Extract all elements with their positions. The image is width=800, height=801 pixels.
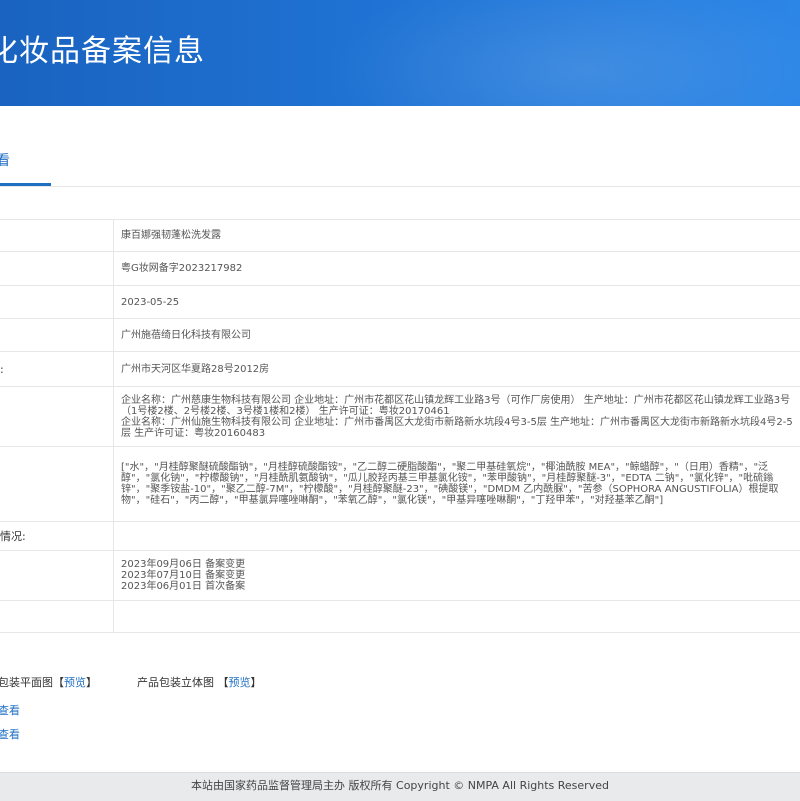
- label-history: [0, 551, 114, 601]
- row-empty: [0, 601, 800, 633]
- row-record-number: 粤G妆网备字2023217982: [0, 252, 800, 286]
- page-title: 化妆品备案信息: [0, 26, 205, 70]
- value-empty: [114, 601, 800, 633]
- row-status: 情况:: [0, 522, 800, 551]
- value-address: 广州市天河区华夏路28号2012房: [114, 352, 800, 387]
- history-entry: 2023年09月06日 备案变更: [121, 559, 794, 570]
- bracket-open: 【: [218, 676, 229, 689]
- label-record-number: [0, 252, 114, 286]
- label-ingredients: [0, 447, 114, 522]
- banner-decoration: [320, 0, 800, 106]
- packaging-solid-label: 产品包装立体图: [137, 676, 214, 689]
- value-ingredients: ["水"，"月桂醇聚醚硫酸酯钠"，"月桂醇硫酸酯铵"，"乙二醇二硬脂酸酯"，"聚…: [114, 447, 800, 522]
- label-registrant: [0, 319, 114, 352]
- label-record-date: [0, 286, 114, 319]
- label-address: :: [0, 352, 114, 387]
- value-history: 2023年09月06日 备案变更 2023年07月10日 备案变更 2023年0…: [114, 551, 800, 601]
- packaging-flat-label: 包装平面图: [0, 676, 53, 689]
- label-status: 情况:: [0, 522, 114, 551]
- record-info-table: 康百娜强韧蓬松洗发露 粤G妆网备字2023217982 2023-05-25 广…: [0, 219, 800, 633]
- label-empty: [0, 601, 114, 633]
- row-history: 2023年09月06日 备案变更 2023年07月10日 备案变更 2023年0…: [0, 551, 800, 601]
- packaging-flat-preview-link[interactable]: 预览: [64, 676, 86, 689]
- packaging-solid: 产品包装立体图 【预览】: [137, 674, 262, 690]
- row-record-date: 2023-05-25: [0, 286, 800, 319]
- history-entry: 2023年06月01日 首次备案: [121, 581, 794, 592]
- value-manufacturers: 企业名称：广州慈康生物科技有限公司 企业地址：广州市花都区花山镇龙辉工业路3号（…: [114, 387, 800, 447]
- packaging-solid-preview-link[interactable]: 预览: [229, 676, 251, 689]
- main-panel: 看 康百娜强韧蓬松洗发露 粤G妆网备字2023217982 2023-05-25…: [0, 106, 800, 772]
- page-footer: 本站由国家药品监督管理局主办 版权所有 Copyright © NMPA All…: [0, 772, 800, 801]
- tab-active-indicator: [0, 183, 51, 186]
- row-manufacturers: 企业名称：广州慈康生物科技有限公司 企业地址：广州市花都区花山镇龙辉工业路3号（…: [0, 387, 800, 447]
- history-entry: 2023年07月10日 备案变更: [121, 570, 794, 581]
- packaging-flat: 包装平面图【预览】: [0, 674, 97, 690]
- view-link[interactable]: 查看: [0, 702, 20, 718]
- view-link[interactable]: 查看: [0, 726, 20, 742]
- tab-bar: 看: [0, 106, 800, 187]
- page-banner: 化妆品备案信息: [0, 0, 800, 106]
- manufacturer-entry: 企业名称：广州慈康生物科技有限公司 企业地址：广州市花都区花山镇龙辉工业路3号（…: [121, 395, 794, 417]
- row-registrant: 广州施蓓绮日化科技有限公司: [0, 319, 800, 352]
- tab-view[interactable]: 看: [0, 150, 10, 170]
- manufacturer-entry: 企业名称：广州仙施生物科技有限公司 企业地址：广州市番禺区大龙街市新路新水坑段4…: [121, 417, 794, 439]
- value-status: [114, 522, 800, 551]
- value-registrant: 广州施蓓绮日化科技有限公司: [114, 319, 800, 352]
- bracket-open: 【: [53, 676, 64, 689]
- value-record-number: 粤G妆网备字2023217982: [114, 252, 800, 286]
- label-manufacturers: [0, 387, 114, 447]
- row-product-name: 康百娜强韧蓬松洗发露: [0, 220, 800, 252]
- value-product-name: 康百娜强韧蓬松洗发露: [114, 220, 800, 252]
- label-product-name: [0, 220, 114, 252]
- row-ingredients: ["水"，"月桂醇聚醚硫酸酯钠"，"月桂醇硫酸酯铵"，"乙二醇二硬脂酸酯"，"聚…: [0, 447, 800, 522]
- bracket-close: 】: [86, 676, 97, 689]
- bracket-close: 】: [251, 676, 262, 689]
- row-address: : 广州市天河区华夏路28号2012房: [0, 352, 800, 387]
- value-record-date: 2023-05-25: [114, 286, 800, 319]
